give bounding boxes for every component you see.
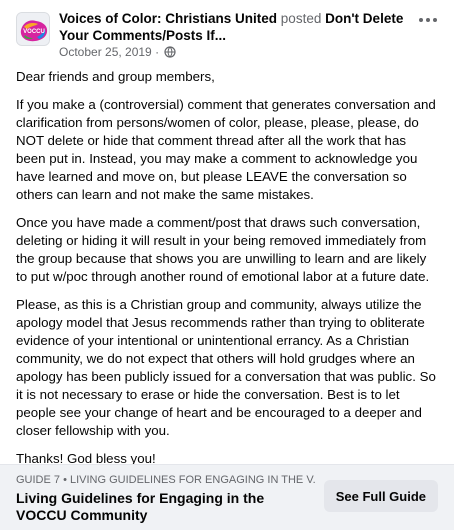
globe-icon: [164, 46, 177, 62]
guide-footer[interactable]: GUIDE 7 • LIVING GUIDELINES FOR ENGAGING…: [0, 464, 454, 530]
group-logo-icon[interactable]: VOCCU: [16, 12, 50, 46]
post-headline: Voices of Color: Christians United poste…: [59, 10, 419, 44]
group-name-link[interactable]: Voices of Color: Christians United: [59, 11, 277, 26]
post-paragraph-greeting: Dear friends and group members,: [16, 69, 215, 84]
more-dot: [419, 18, 423, 22]
guide-title[interactable]: Living Guidelines for Engaging in the VO…: [16, 490, 306, 524]
post-action-text: posted: [280, 11, 322, 26]
more-options-icon[interactable]: [416, 12, 440, 28]
see-full-guide-button[interactable]: See Full Guide: [323, 480, 438, 512]
post-body: Dear friends and group members, If you m…: [16, 68, 438, 478]
guide-kicker: GUIDE 7 • LIVING GUIDELINES FOR ENGAGING…: [16, 474, 316, 486]
post-paragraph-2: Once you have made a comment/post that d…: [16, 215, 430, 284]
post-meta: October 25, 2019 ·: [59, 45, 177, 62]
more-dot: [433, 18, 437, 22]
meta-separator: ·: [155, 45, 160, 59]
post-date[interactable]: October 25, 2019: [59, 45, 152, 59]
post-paragraph-1: If you make a (controversial) comment th…: [16, 97, 436, 202]
post-paragraph-3: Please, as this is a Christian group and…: [16, 297, 436, 438]
group-post-card: VOCCU Voices of Color: Christians United…: [0, 0, 454, 530]
group-logo-mark: VOCCU: [23, 29, 45, 35]
more-dot: [426, 18, 430, 22]
post-header: VOCCU Voices of Color: Christians United…: [16, 10, 426, 59]
